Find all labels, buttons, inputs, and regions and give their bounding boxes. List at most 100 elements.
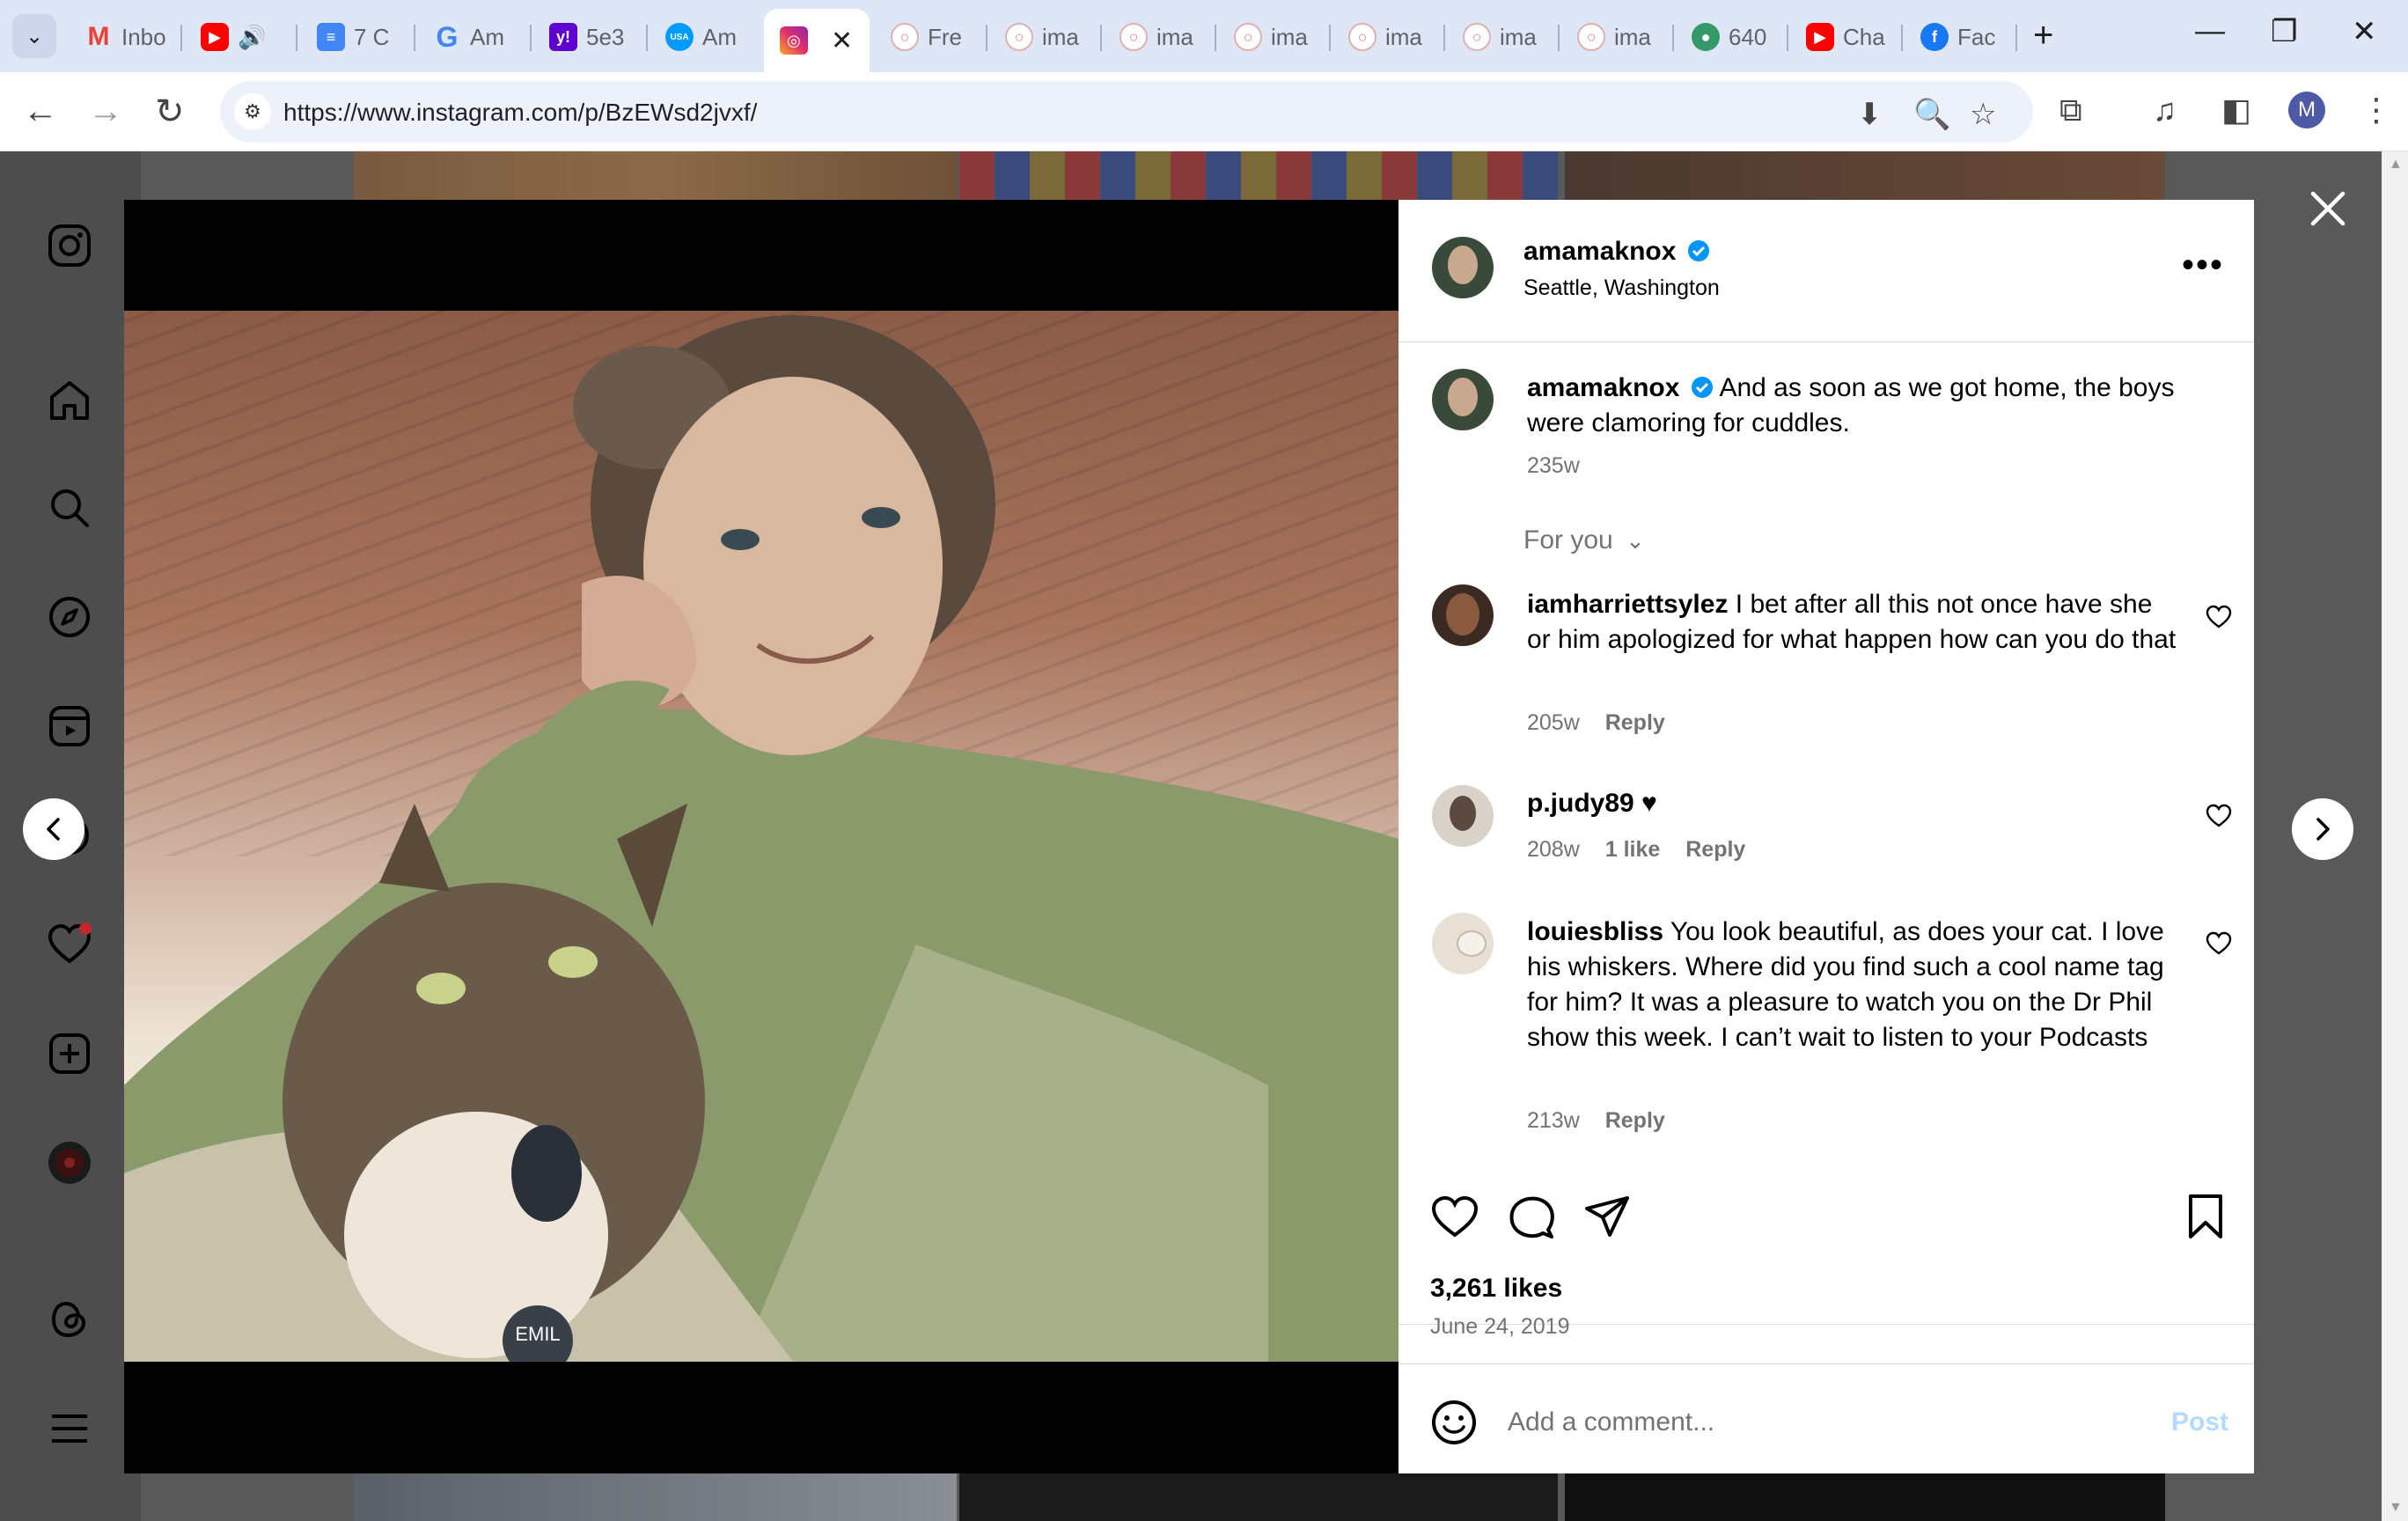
tab-gmail[interactable]: M Inbo — [69, 9, 181, 65]
tab-youtube[interactable]: ▶ 🔊 — [185, 9, 290, 65]
background-post-thumbnail — [354, 151, 957, 201]
media-control-icon[interactable]: ♫ — [2153, 92, 2177, 129]
reply-button[interactable]: Reply — [1685, 837, 1745, 862]
gmail-icon: M — [87, 22, 110, 51]
url-text[interactable]: https://www.instagram.com/p/BzEWsd2jvxf/ — [283, 99, 757, 127]
author-avatar[interactable] — [1432, 237, 1494, 298]
side-panel-icon[interactable]: ◧ — [2221, 92, 2251, 129]
reels-icon[interactable] — [42, 699, 97, 753]
tab-google[interactable]: G Am — [417, 9, 530, 65]
commenter-avatar[interactable] — [1432, 584, 1494, 646]
reload-icon[interactable]: ↻ — [155, 92, 185, 132]
bookmark-star-icon[interactable]: ☆ — [1970, 97, 1996, 132]
profile-avatar[interactable]: M — [2288, 92, 2325, 129]
create-plus-icon[interactable] — [42, 1026, 97, 1081]
comment-body: louiesbliss You look beautiful, as does … — [1527, 915, 2196, 1055]
speaker-icon[interactable]: 🔊 — [238, 24, 266, 51]
more-menu-icon[interactable] — [42, 1401, 97, 1456]
extensions-icon[interactable]: ⧉ — [2059, 92, 2082, 129]
tab-facebook[interactable]: f Fac — [1905, 9, 2014, 65]
likes-count[interactable]: 3,261 likes — [1430, 1274, 1562, 1304]
author-username[interactable]: amamaknox — [1523, 237, 1676, 266]
tab-title: Am — [470, 23, 504, 50]
home-icon[interactable] — [42, 373, 97, 428]
save-bookmark-icon[interactable] — [2184, 1193, 2228, 1242]
add-comment-input[interactable]: Add a comment... — [1508, 1407, 1714, 1437]
comment-username[interactable]: iamharriettsylez — [1527, 590, 1728, 619]
caption-username[interactable]: amamaknox — [1527, 373, 1679, 402]
instagram-logo-icon[interactable] — [42, 218, 97, 273]
like-comment-heart-icon[interactable] — [2206, 930, 2232, 957]
search-icon[interactable] — [42, 481, 97, 535]
commenter-avatar[interactable] — [1432, 913, 1494, 974]
restore-icon[interactable]: ❐ — [2271, 14, 2297, 49]
tab-wikimedia[interactable]: ● 640 — [1676, 9, 1785, 65]
install-app-icon[interactable]: ⬇ — [1857, 97, 1883, 132]
next-post-button[interactable] — [2292, 798, 2353, 860]
comment-meta: 208w 1 like Reply — [1527, 837, 1745, 863]
chevron-right-icon — [2316, 818, 2330, 841]
comment-body: p.judy89 ♥ — [1527, 786, 2178, 821]
photo-illustration: EMIL — [124, 315, 1399, 1362]
close-tab-icon[interactable]: ✕ — [831, 26, 853, 56]
background-post-thumbnail — [959, 151, 1558, 201]
tab-image-4[interactable]: ○ ima — [1218, 9, 1327, 65]
browser-menu-icon[interactable]: ⋮ — [2360, 92, 2392, 129]
post-details-panel: amamaknox Seattle, Washington ••• amamak… — [1399, 200, 2254, 1473]
site-settings-icon[interactable]: ⚙ — [234, 93, 271, 130]
minimize-icon[interactable]: — — [2195, 14, 2225, 48]
comment-username[interactable]: louiesbliss — [1527, 917, 1663, 946]
tab-image-6[interactable]: ○ ima — [1447, 9, 1556, 65]
tab-usatoday[interactable]: USA Am — [650, 9, 762, 65]
new-tab-plus-icon[interactable]: + — [2033, 16, 2053, 55]
emoji-smiley-icon[interactable] — [1430, 1399, 1478, 1446]
close-modal-icon[interactable] — [2306, 187, 2350, 231]
background-post-thumbnail — [354, 1473, 957, 1521]
tab-youtube-2[interactable]: ▶ Cha — [1790, 9, 1899, 65]
tab-image-7[interactable]: ○ ima — [1561, 9, 1670, 65]
page-scrollbar[interactable]: ▲ ▼ — [2382, 151, 2408, 1521]
tab-title: ima — [1500, 23, 1537, 50]
caption-author-avatar[interactable] — [1432, 369, 1494, 430]
reply-button[interactable]: Reply — [1605, 1108, 1665, 1133]
comment-bubble-icon[interactable] — [1508, 1193, 1557, 1242]
explore-compass-icon[interactable] — [42, 590, 97, 644]
tab-image-5[interactable]: ○ ima — [1332, 9, 1442, 65]
background-post-thumbnail — [1565, 1473, 2165, 1521]
comment-sort-dropdown[interactable]: For you ⌄ — [1523, 525, 1645, 555]
tab-docs[interactable]: ≡ 7 C — [301, 9, 414, 65]
threads-icon[interactable] — [42, 1292, 97, 1347]
previous-post-button[interactable] — [23, 798, 84, 860]
like-comment-heart-icon[interactable] — [2206, 803, 2232, 829]
like-comment-heart-icon[interactable] — [2206, 604, 2232, 630]
tab-search-button[interactable]: ⌄ — [12, 14, 56, 58]
back-arrow-icon[interactable]: ← — [23, 92, 58, 131]
post-comment-button[interactable]: Post — [2171, 1407, 2228, 1437]
tab-image-1[interactable]: ○ Fre — [875, 9, 984, 65]
share-send-icon[interactable] — [1583, 1193, 1633, 1242]
facebook-icon: f — [1920, 23, 1949, 51]
comment-username[interactable]: p.judy89 — [1527, 789, 1634, 818]
zoom-icon[interactable]: 🔍 — [1913, 97, 1950, 132]
youtube-icon: ▶ — [1806, 23, 1834, 51]
reply-button[interactable]: Reply — [1605, 710, 1665, 735]
close-window-icon[interactable]: ✕ — [2352, 14, 2377, 49]
tab-yahoo[interactable]: y! 5e3 — [533, 9, 646, 65]
tab-image-2[interactable]: ○ ima — [989, 9, 1098, 65]
comment-text: ♥ — [1641, 789, 1657, 818]
notifications-heart-icon[interactable] — [42, 917, 97, 972]
post-location[interactable]: Seattle, Washington — [1523, 276, 1720, 301]
tab-title: 5e3 — [586, 23, 625, 50]
more-options-icon[interactable]: ••• — [2182, 246, 2224, 285]
tab-instagram-active[interactable]: ◎ ✕ — [764, 9, 870, 72]
address-bar[interactable]: ⚙ https://www.instagram.com/p/BzEWsd2jvx… — [220, 81, 2033, 143]
tab-image-3[interactable]: ○ ima — [1104, 9, 1213, 65]
commenter-avatar[interactable] — [1432, 785, 1494, 847]
comment-likes-count[interactable]: 1 like — [1605, 837, 1661, 862]
like-heart-icon[interactable] — [1430, 1193, 1479, 1242]
tab-title: ima — [1042, 23, 1079, 50]
forward-arrow-icon[interactable]: → — [88, 92, 123, 131]
wikimedia-icon: ● — [1692, 23, 1720, 51]
post-photo[interactable]: EMIL — [124, 311, 1399, 1362]
profile-avatar-icon[interactable] — [42, 1135, 97, 1190]
